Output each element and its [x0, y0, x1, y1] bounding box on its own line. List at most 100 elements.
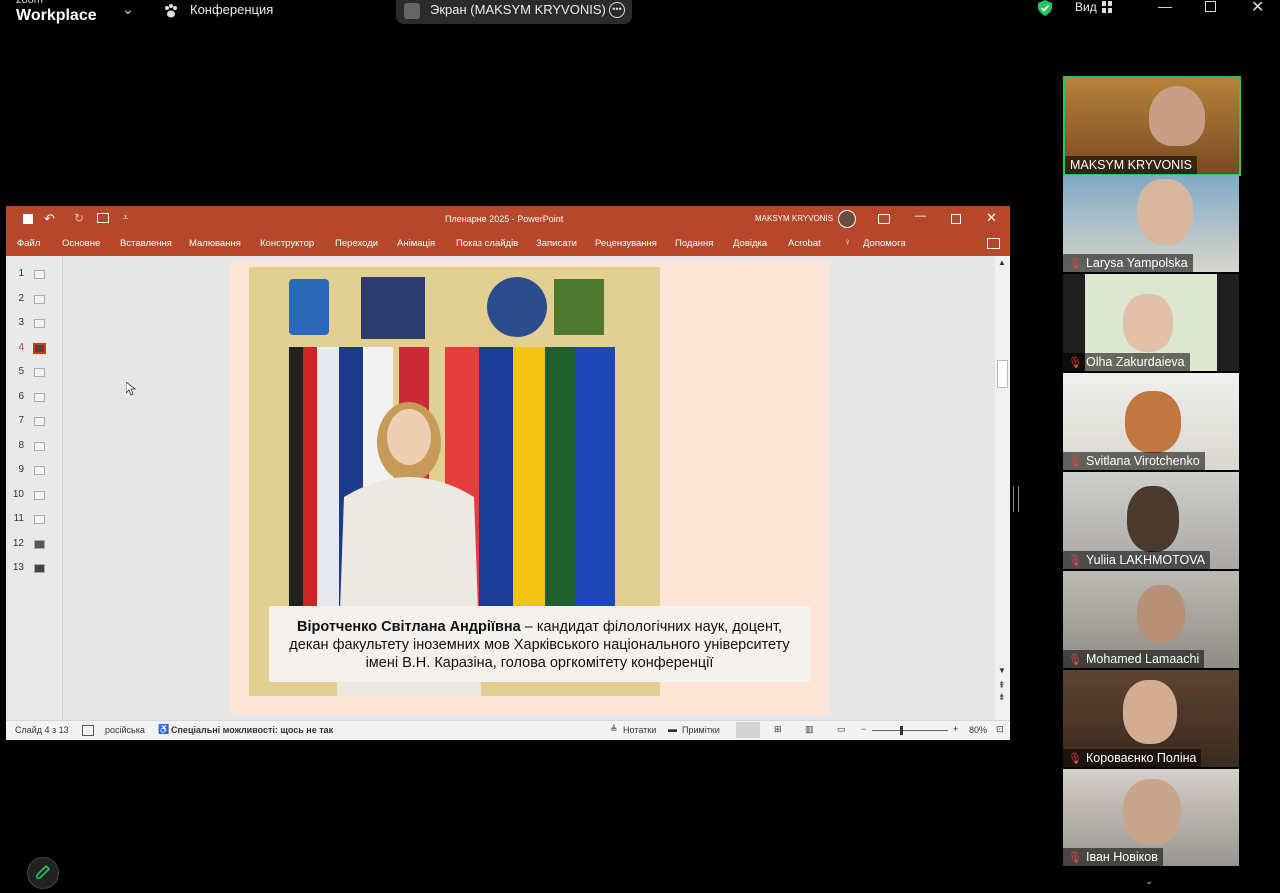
customize-qat-icon[interactable]: ⩡	[123, 212, 128, 223]
participant-video	[1137, 585, 1185, 643]
slide-thumbnail[interactable]	[34, 417, 45, 426]
participant-tile[interactable]: 🎙 Mohamed Lamaachi	[1063, 571, 1239, 668]
slide-thumbnail[interactable]	[34, 540, 45, 549]
restore-icon[interactable]	[1205, 1, 1216, 12]
thumbnail-number[interactable]: 12	[6, 538, 24, 549]
slide-thumbnail[interactable]	[34, 442, 45, 451]
ppt-user-name[interactable]: MAKSYM KRYVONIS	[755, 214, 833, 223]
participant-tile-active[interactable]: MAKSYM KRYVONIS	[1063, 76, 1241, 176]
chevron-down-icon[interactable]: ⌄	[122, 1, 134, 18]
slide-thumbnail[interactable]	[34, 466, 45, 475]
zoom-out-icon[interactable]: −	[861, 724, 866, 734]
scrollbar-thumb[interactable]	[997, 360, 1008, 388]
minimize-icon[interactable]: —	[1158, 0, 1172, 14]
participant-tile[interactable]: 🎙 Larysa Yampolska	[1063, 175, 1239, 272]
thumbnail-number[interactable]: 1	[6, 268, 24, 279]
participant-tile[interactable]: 🎙 Yuliia LAKHMOTOVA	[1063, 472, 1239, 569]
slide-thumbnail[interactable]	[34, 564, 45, 573]
tab-design[interactable]: Конструктор	[260, 238, 314, 249]
tab-insert[interactable]: Вставлення	[120, 238, 172, 249]
slide-thumbnail[interactable]	[34, 515, 45, 524]
meeting-topic[interactable]: Конференция	[190, 2, 273, 17]
accessibility-status[interactable]: Спеціальні можливості: щось не так	[171, 725, 333, 735]
thumbnail-number[interactable]: 6	[6, 391, 24, 402]
close-icon[interactable]: ✕	[1251, 0, 1264, 17]
slide-thumbnail[interactable]	[34, 270, 45, 279]
ribbon-display-icon[interactable]	[878, 214, 890, 224]
zoom-in-icon[interactable]: +	[953, 724, 958, 734]
comments-button[interactable]: Примітки	[682, 725, 720, 735]
save-icon[interactable]	[23, 214, 33, 224]
panel-resize-handle[interactable]	[1013, 486, 1019, 512]
thumbnail-number[interactable]: 2	[6, 293, 24, 304]
zoom-slider-thumb[interactable]	[900, 726, 903, 735]
thumbnail-number[interactable]: 7	[6, 415, 24, 426]
accessibility-icon[interactable]: ♿	[158, 724, 169, 735]
ppt-status-bar: Слайд 4 з 13 російська ♿ Спеціальні можл…	[6, 720, 1010, 740]
grid-view-icon[interactable]	[1102, 0, 1112, 13]
present-from-start-icon[interactable]	[97, 213, 109, 223]
zoom-level[interactable]: 80%	[969, 725, 987, 735]
slide-thumbnail[interactable]	[34, 393, 45, 402]
thumbnail-number[interactable]: 5	[6, 366, 24, 377]
tab-view[interactable]: Подання	[675, 238, 713, 249]
fit-to-window-icon[interactable]: ⊡	[996, 724, 1004, 735]
tab-slideshow[interactable]: Показ слайдів	[456, 238, 518, 249]
tab-draw[interactable]: Малювання	[189, 238, 241, 249]
view-menu[interactable]: Вид	[1075, 0, 1097, 14]
shield-check-icon[interactable]	[1037, 0, 1053, 16]
slideshow-icon[interactable]: ▭	[837, 724, 846, 735]
thumbnail-number[interactable]: 10	[6, 489, 24, 500]
participant-tile[interactable]: 🎙 Іван Новіков	[1063, 769, 1239, 866]
spelling-icon[interactable]	[82, 725, 94, 736]
thumbnail-number[interactable]: 11	[6, 513, 24, 524]
scroll-down-icon[interactable]: ▼	[998, 666, 1006, 675]
user-avatar[interactable]	[838, 210, 856, 228]
participant-video	[1125, 391, 1181, 453]
tab-review[interactable]: Рецензування	[595, 238, 657, 249]
tab-help[interactable]: Довідка	[733, 238, 767, 249]
scroll-more-icon[interactable]: ⌄	[1145, 876, 1153, 887]
screen-share-pill[interactable]: Экран (MAKSYM KRYVONIS) •••	[396, 0, 632, 24]
notes-icon[interactable]: ≜	[610, 724, 618, 735]
redo-icon[interactable]: ↻	[74, 211, 84, 225]
thumbnail-number[interactable]: 9	[6, 464, 24, 475]
slide-thumbnail[interactable]	[34, 368, 45, 377]
slide-thumbnail[interactable]	[34, 295, 45, 304]
ppt-minimize-icon[interactable]: —	[915, 210, 926, 222]
slide-thumbnail-selected[interactable]	[33, 343, 46, 354]
thumbnail-number-selected[interactable]: 4	[6, 342, 24, 353]
notes-button[interactable]: Нотатки	[623, 725, 656, 735]
thumbnail-number[interactable]: 8	[6, 440, 24, 451]
undo-icon[interactable]: ↶	[44, 211, 55, 227]
tab-home[interactable]: Основне	[62, 238, 100, 249]
tab-file[interactable]: Файл	[17, 238, 40, 249]
tell-me-search[interactable]: Допомога	[863, 238, 906, 249]
thumbnail-number[interactable]: 3	[6, 317, 24, 328]
tab-record[interactable]: Записати	[536, 238, 577, 249]
language-indicator[interactable]: російська	[105, 725, 145, 735]
annotate-pencil-button[interactable]	[27, 857, 59, 889]
tab-animations[interactable]: Анімація	[397, 238, 435, 249]
ppt-restore-icon[interactable]	[951, 214, 961, 224]
participant-tile[interactable]: 🎙 Olha Zakurdaieva	[1063, 274, 1239, 371]
slide-sorter-icon[interactable]: ⊞	[774, 724, 782, 735]
slide-thumbnail[interactable]	[34, 319, 45, 328]
comments-status-icon[interactable]: ▬	[668, 724, 677, 734]
zoom-slider[interactable]	[872, 730, 948, 731]
prev-slide-icon[interactable]: ⇞	[998, 680, 1006, 691]
tab-transitions[interactable]: Переходи	[335, 238, 378, 249]
tab-acrobat[interactable]: Acrobat	[788, 238, 821, 249]
thumbnail-number[interactable]: 13	[6, 562, 24, 573]
next-slide-icon[interactable]: ⇟	[998, 692, 1006, 703]
scroll-up-icon[interactable]: ▲	[998, 258, 1006, 267]
reading-view-icon[interactable]: ▥	[805, 724, 814, 735]
vertical-scrollbar[interactable]: ▲ ▼ ⇞ ⇟	[995, 256, 1010, 720]
more-options-icon[interactable]: •••	[609, 2, 625, 18]
participant-tile[interactable]: 🎙 Короваєнко Поліна	[1063, 670, 1239, 767]
ppt-close-icon[interactable]: ✕	[986, 210, 997, 226]
slide-thumbnail[interactable]	[34, 491, 45, 500]
participant-tile[interactable]: 🎙 Svitlana Virotchenko	[1063, 373, 1239, 470]
normal-view-button[interactable]	[736, 722, 760, 738]
comments-icon[interactable]	[987, 238, 1000, 249]
